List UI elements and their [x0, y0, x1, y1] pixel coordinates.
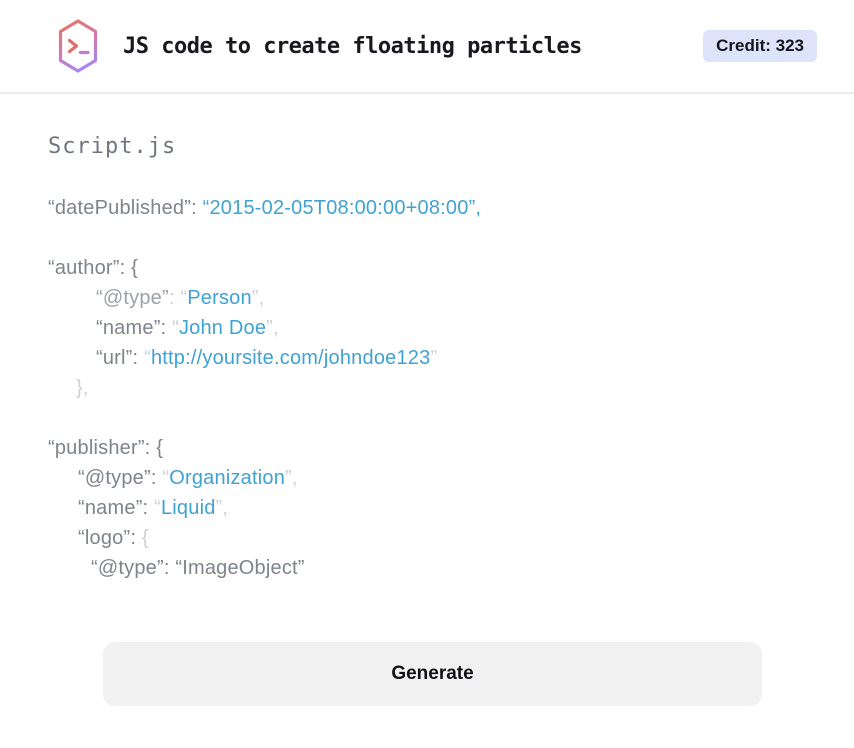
code-block: “datePublished”: “2015-02-05T08:00:00+08…	[48, 193, 808, 583]
header: JS code to create floating particles Cre…	[0, 0, 854, 94]
code-line: “name”: “John Doe”,	[96, 317, 279, 339]
code-line: “name”: “Liquid”,	[78, 497, 229, 519]
code-line: “@type”: “Organization”,	[78, 467, 298, 489]
code-line: “author”: {	[48, 257, 139, 279]
code-line: “@type”: “ImageObject”	[91, 557, 305, 579]
terminal-prompt-hexagon-icon	[58, 19, 98, 73]
code-line: “publisher”: {	[48, 437, 164, 459]
credit-badge: Credit: 323	[703, 30, 817, 62]
button-row: Generate	[48, 642, 808, 706]
code-line: “url”: “http://yoursite.com/johndoe123”	[96, 347, 438, 369]
code-line: },	[76, 377, 89, 399]
file-name: Script.js	[48, 134, 177, 159]
code-line: “logo”: {	[78, 527, 149, 549]
generate-button[interactable]: Generate	[103, 642, 762, 706]
code-line: “@type”: “Person”,	[96, 287, 265, 309]
main-content: Script.js “datePublished”: “2015-02-05T0…	[0, 94, 854, 706]
page: JS code to create floating particles Cre…	[0, 0, 854, 748]
page-title: JS code to create floating particles	[123, 33, 582, 59]
code-line: “datePublished”: “2015-02-05T08:00:00+08…	[48, 197, 482, 219]
